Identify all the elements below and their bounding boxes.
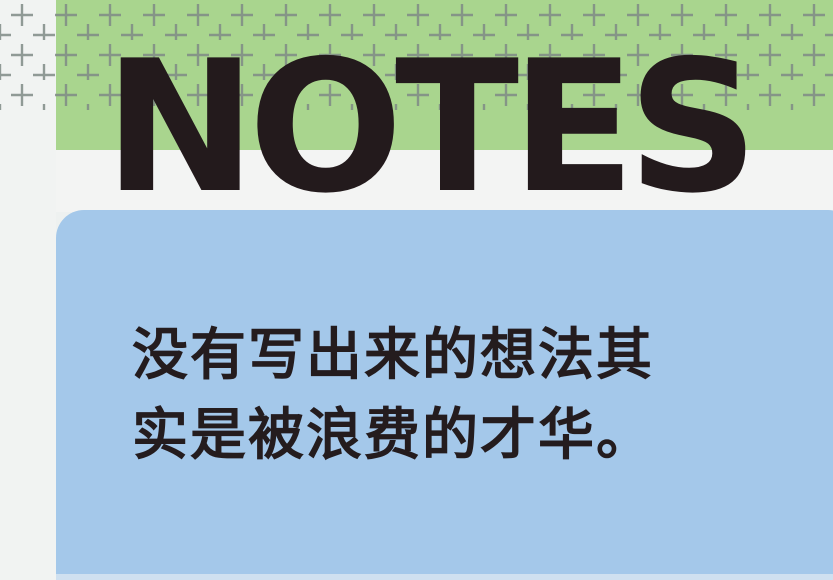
left-margin-strip <box>0 0 56 580</box>
notes-graphic: NOTES 没有写出来的想法其 实是被浪费的才华。 <box>0 0 833 580</box>
notes-title: NOTES <box>104 21 759 233</box>
card-bottom-edge <box>56 574 833 580</box>
note-quote-line-1: 没有写出来的想法其 <box>132 323 654 388</box>
note-quote: 没有写出来的想法其 实是被浪费的才华。 <box>132 316 772 476</box>
note-quote-line-2: 实是被浪费的才华。 <box>132 403 654 468</box>
